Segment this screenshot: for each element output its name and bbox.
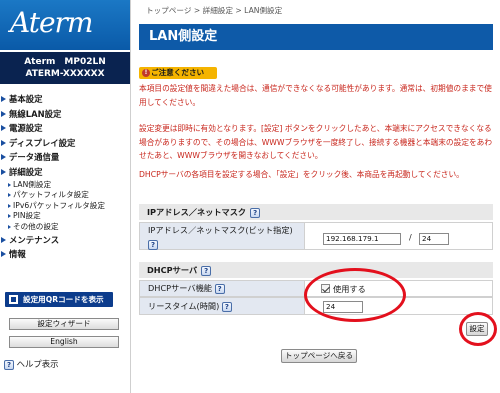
logo-area: Aterm bbox=[0, 0, 130, 50]
arrow-right-icon bbox=[1, 139, 6, 146]
sidebar-menu: 基本設定 無線LAN設定 電源設定 ディスプレイ設定 データ通信量 詳細設定 L… bbox=[0, 92, 130, 262]
netmask-input[interactable]: 24 bbox=[419, 233, 449, 245]
sidebar-subitem-ipv6-filter[interactable]: IPv6パケットフィルタ設定 bbox=[0, 201, 130, 212]
sidebar: Aterm Aterm MP02LN ATERM-XXXXXX 基本設定 無線L… bbox=[0, 0, 130, 393]
arrow-right-icon bbox=[8, 224, 11, 229]
sidebar-item-data-usage[interactable]: データ通信量 bbox=[0, 150, 130, 165]
qr-code-icon bbox=[9, 295, 18, 304]
help-icon: ? bbox=[4, 359, 14, 370]
arrow-right-icon bbox=[1, 110, 6, 117]
help-icon[interactable]: ? bbox=[201, 265, 212, 276]
arrow-right-icon bbox=[8, 203, 11, 208]
lease-time-label: リースタイム(時間) ? bbox=[139, 297, 305, 315]
ip-address-input[interactable]: 192.168.179.1 bbox=[323, 233, 401, 245]
ip-address-row: IPアドレス／ネットマスク(ビット指定) ? 192.168.179.1 / 2… bbox=[139, 222, 493, 250]
sidebar-item-wireless-lan[interactable]: 無線LAN設定 bbox=[0, 107, 130, 122]
sidebar-subitem-packet-filter[interactable]: パケットフィルタ設定 bbox=[0, 190, 130, 201]
ip-address-value-cell: 192.168.179.1 / 24 bbox=[305, 222, 493, 250]
help-label: ヘルプ表示 bbox=[16, 359, 59, 369]
back-to-top-button[interactable]: トップページへ戻る bbox=[281, 349, 357, 363]
show-qr-code-button[interactable]: 設定用QRコードを表示 bbox=[5, 292, 113, 307]
arrow-right-icon bbox=[8, 193, 11, 198]
arrow-right-icon bbox=[1, 236, 6, 243]
ip-address-label: IPアドレス／ネットマスク(ビット指定) ? bbox=[139, 222, 305, 250]
english-button[interactable]: English bbox=[9, 336, 119, 348]
model-info: Aterm MP02LN ATERM-XXXXXX bbox=[0, 52, 130, 84]
arrow-right-icon bbox=[8, 182, 11, 187]
sidebar-item-maintenance[interactable]: メンテナンス bbox=[0, 233, 130, 248]
model-name: Aterm MP02LN bbox=[24, 57, 106, 67]
ip-separator: / bbox=[409, 233, 412, 242]
notice-text-2: 設定変更は即時に有効となります。[設定] ボタンをクリックしたあと、本端末にアク… bbox=[139, 124, 493, 161]
arrow-right-icon bbox=[1, 96, 6, 102]
highlight-circle-set bbox=[459, 312, 497, 346]
arrow-right-icon bbox=[1, 125, 6, 132]
arrow-right-icon bbox=[1, 168, 6, 175]
sidebar-item-info[interactable]: 情報 bbox=[0, 247, 130, 262]
help-icon[interactable]: ? bbox=[148, 239, 158, 250]
main-content: トップページ > 詳細設定 > LAN側設定 LAN側設定 ! ご注意ください … bbox=[130, 0, 500, 393]
arrow-right-icon bbox=[8, 214, 11, 219]
aterm-logo: Aterm bbox=[10, 6, 93, 39]
page-title: LAN側設定 bbox=[139, 24, 493, 50]
sidebar-subitem-lan[interactable]: LAN側設定 bbox=[0, 180, 130, 191]
caution-badge: ! ご注意ください bbox=[139, 67, 217, 79]
warning-icon: ! bbox=[142, 69, 150, 77]
sidebar-item-display[interactable]: ディスプレイ設定 bbox=[0, 136, 130, 151]
highlight-circle-dhcp bbox=[304, 268, 406, 322]
sidebar-item-basic-settings[interactable]: 基本設定 bbox=[0, 92, 130, 107]
arrow-right-icon bbox=[1, 251, 6, 258]
section-ip-address: IPアドレス／ネットマスク? bbox=[139, 204, 493, 220]
sidebar-item-advanced[interactable]: 詳細設定 bbox=[0, 165, 130, 180]
sidebar-subitem-other[interactable]: その他の設定 bbox=[0, 222, 130, 233]
sidebar-item-power[interactable]: 電源設定 bbox=[0, 121, 130, 136]
help-icon[interactable]: ? bbox=[221, 301, 232, 312]
notice-text-1: 本項目の設定値を間違えた場合は、通信ができなくなる可能性があります。通常は、初期… bbox=[139, 84, 492, 107]
section-dhcp: DHCPサーバ? bbox=[139, 262, 493, 278]
dhcp-function-label: DHCPサーバ機能 ? bbox=[139, 280, 305, 297]
device-id: ATERM-XXXXXX bbox=[25, 69, 105, 79]
breadcrumb: トップページ > 詳細設定 > LAN側設定 bbox=[146, 6, 283, 15]
arrow-right-icon bbox=[1, 154, 6, 161]
setup-wizard-button[interactable]: 設定ウィザード bbox=[9, 318, 119, 330]
notice-text-3: DHCPサーバの各項目を設定する場合、「設定」をクリック後、本商品を再起動してく… bbox=[139, 170, 464, 179]
help-link[interactable]: ? ヘルプ表示 bbox=[4, 358, 59, 370]
sidebar-subitem-pin[interactable]: PIN設定 bbox=[0, 211, 130, 222]
help-icon[interactable]: ? bbox=[250, 207, 261, 218]
help-icon[interactable]: ? bbox=[214, 283, 225, 294]
